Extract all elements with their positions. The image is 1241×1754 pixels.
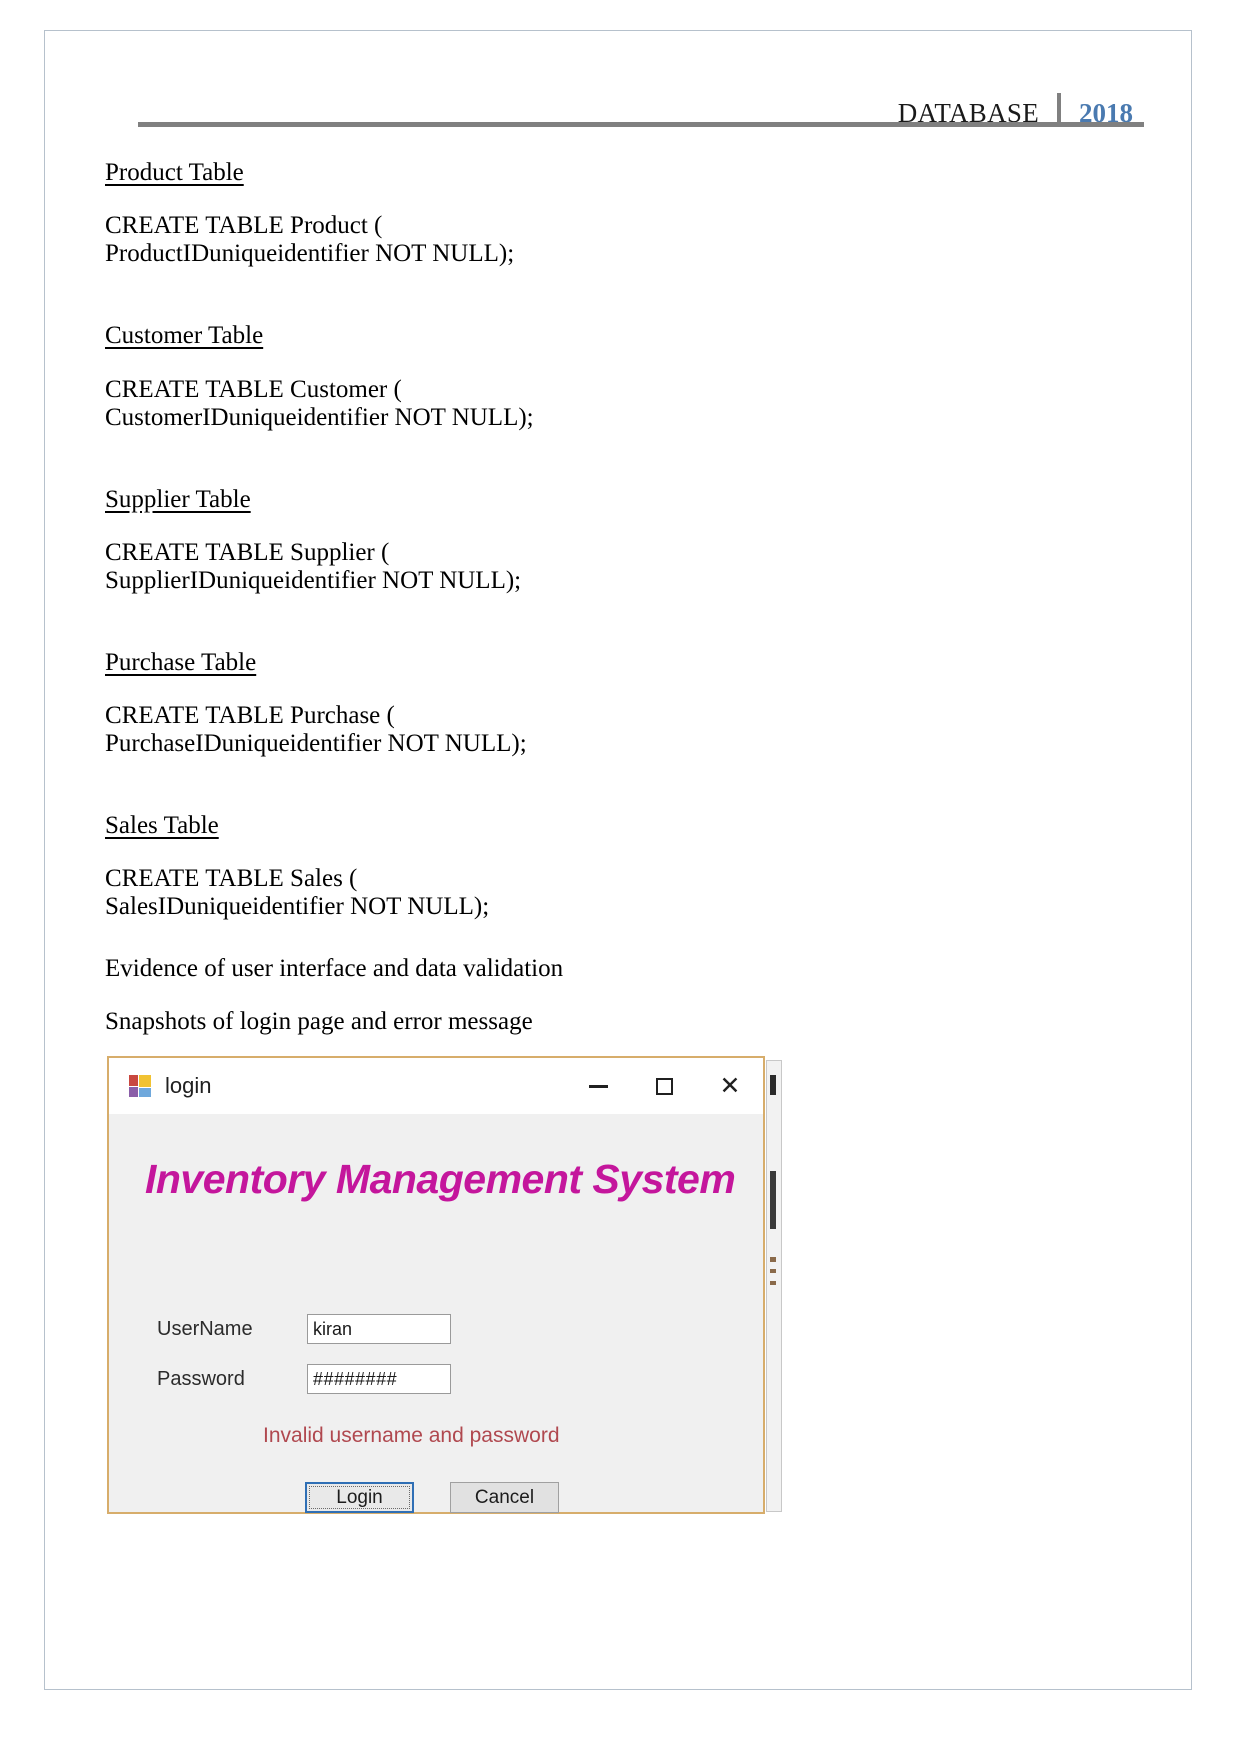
sql-block: CREATE TABLE Customer ( CustomerIDunique… (105, 352, 1143, 432)
sql-line: SalesIDuniqueidentifier NOT NULL); (105, 893, 490, 921)
sql-line: CREATE TABLE Product ( (105, 212, 383, 240)
evidence-line: Evidence of user interface and data vali… (105, 955, 564, 983)
background-window-detail (770, 1257, 776, 1263)
sql-line: CustomerIDuniqueidentifier NOT NULL); (105, 403, 534, 431)
page-content: DATABASE 2018 Product Table CREATE TABLE… (100, 69, 1144, 1518)
winforms-app-icon (129, 1075, 151, 1098)
cancel-button-label: Cancel (474, 1486, 535, 1508)
cancel-button[interactable]: Cancel (450, 1482, 559, 1514)
background-window-detail (770, 1171, 776, 1230)
sql-block: CREATE TABLE Product ( ProductIDuniqueid… (105, 188, 1143, 268)
login-window: login ✕ Inventory Management System User… (107, 1056, 765, 1515)
app-title: Inventory Management System (145, 1156, 736, 1203)
error-message: Invalid username and password (263, 1424, 560, 1448)
sql-block: CREATE TABLE Purchase ( PurchaseIDunique… (105, 678, 1143, 758)
document-body: Product Table CREATE TABLE Product ( Pro… (100, 127, 1143, 1518)
section-supplier: Supplier Table CREATE TABLE Supplier ( S… (105, 484, 1143, 595)
login-button-label: Login (336, 1486, 383, 1508)
sql-line: CREATE TABLE Supplier ( (105, 538, 390, 566)
password-label: Password (157, 1367, 245, 1390)
sql-block: CREATE TABLE Supplier ( SupplierIDunique… (105, 515, 1143, 595)
window-body: Inventory Management System UserName kir… (109, 1114, 763, 1514)
minimize-button[interactable] (565, 1058, 631, 1114)
maximize-icon (655, 1077, 673, 1095)
window-title: login (165, 1073, 212, 1099)
password-input[interactable]: ######## (307, 1364, 451, 1395)
section-sales: Sales Table CREATE TABLE Sales ( SalesID… (105, 810, 1143, 921)
background-window-detail (770, 1075, 776, 1096)
sql-line: SupplierIDuniqueidentifier NOT NULL); (105, 566, 522, 594)
section-product: Product Table CREATE TABLE Product ( Pro… (105, 157, 1143, 268)
section-heading: Purchase Table (105, 648, 257, 676)
section-purchase: Purchase Table CREATE TABLE Purchase ( P… (105, 647, 1143, 758)
close-button[interactable]: ✕ (697, 1058, 763, 1114)
login-dialog-screenshot: login ✕ Inventory Management System User… (107, 1056, 782, 1518)
document-page: DATABASE 2018 Product Table CREATE TABLE… (44, 30, 1192, 1690)
header-rule (138, 122, 1144, 127)
dialog-button-row: Login Cancel (305, 1482, 559, 1514)
window-controls: ✕ (565, 1058, 763, 1114)
minimize-icon (588, 1084, 608, 1088)
sql-line: ProductIDuniqueidentifier NOT NULL); (105, 240, 515, 268)
background-window-sliver (766, 1060, 782, 1513)
sql-line: PurchaseIDuniqueidentifier NOT NULL); (105, 730, 527, 757)
section-customer: Customer Table CREATE TABLE Customer ( C… (105, 320, 1143, 431)
document-header: DATABASE 2018 (100, 69, 1144, 127)
login-button[interactable]: Login (305, 1482, 414, 1514)
maximize-button[interactable] (631, 1058, 697, 1114)
username-label: UserName (157, 1317, 253, 1340)
background-window-detail (770, 1269, 776, 1274)
snapshots-line: Snapshots of login page and error messag… (105, 1007, 533, 1035)
sql-line: CREATE TABLE Purchase ( (105, 702, 395, 729)
sql-line: CREATE TABLE Customer ( (105, 375, 402, 403)
section-heading: Sales Table (105, 812, 219, 839)
background-window-detail (770, 1281, 776, 1286)
close-icon: ✕ (719, 1071, 741, 1100)
section-heading: Product Table (105, 159, 244, 186)
sql-block: CREATE TABLE Sales ( SalesIDuniqueidenti… (105, 841, 1143, 921)
sql-line: CREATE TABLE Sales ( (105, 865, 358, 893)
section-heading: Supplier Table (105, 485, 251, 513)
username-field-row: UserName kiran (157, 1314, 451, 1345)
password-field-row: Password ######## (157, 1364, 451, 1395)
window-titlebar[interactable]: login ✕ (109, 1058, 763, 1115)
section-heading: Customer Table (105, 322, 264, 350)
username-input[interactable]: kiran (307, 1314, 451, 1345)
